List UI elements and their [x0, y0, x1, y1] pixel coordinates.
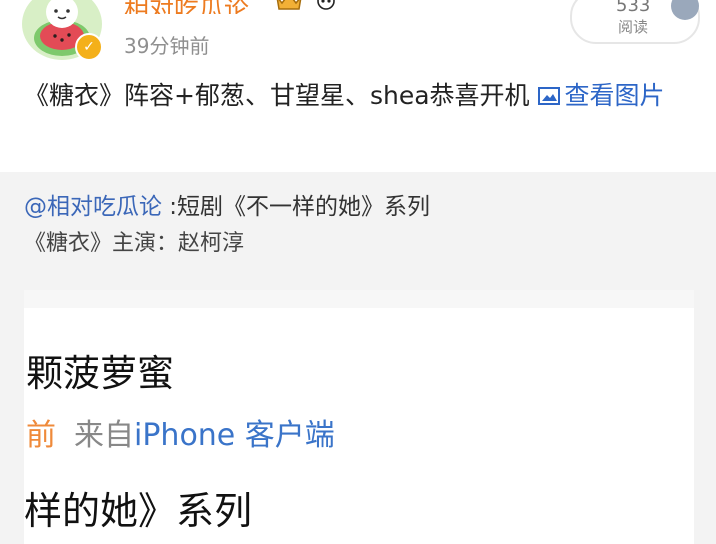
quoted-text: :短剧《不一样的她》系列: [162, 194, 431, 220]
view-image-link[interactable]: 查看图片: [537, 81, 665, 110]
panda-badge-icon: [317, 0, 335, 10]
post-text: 《糖衣》阵容+郁葱、甘望星、shea恭喜开机: [24, 81, 530, 110]
crown-badge-icon: [276, 0, 302, 10]
user-badges: [274, 0, 340, 12]
read-label: 阅读: [618, 18, 649, 36]
card-source-client[interactable]: iPhone 客户端: [134, 418, 335, 453]
view-image-link-text: 查看图片: [564, 81, 665, 110]
card-top-bar: [24, 290, 694, 308]
quoted-post-line-1: @相对吃瓜论 :短剧《不一样的她》系列: [24, 187, 430, 221]
quoted-post-line-2: 《糖衣》主演：赵柯淳: [24, 231, 245, 256]
post-timestamp: 39分钟前: [124, 34, 210, 58]
quoted-mention[interactable]: @相对吃瓜论: [24, 194, 162, 220]
post-header: ✓ 相对吃瓜论 39分钟前 533 阅读: [0, 0, 716, 70]
card-source-line: 前来自iPhone 客户端: [26, 410, 335, 454]
verified-badge-icon: ✓: [75, 33, 103, 61]
image-icon: [538, 87, 561, 105]
post-body: 《糖衣》阵容+郁葱、甘望星、shea恭喜开机 查看图片: [24, 78, 704, 114]
card-series-text: 样的她》系列: [24, 489, 253, 533]
read-count: 533: [616, 0, 651, 16]
card-time-fragment: 前: [26, 418, 56, 453]
card-source-prefix: 来自: [74, 418, 134, 453]
card-username: 颗菠萝蜜: [26, 352, 174, 395]
username[interactable]: 相对吃瓜论: [124, 0, 249, 14]
